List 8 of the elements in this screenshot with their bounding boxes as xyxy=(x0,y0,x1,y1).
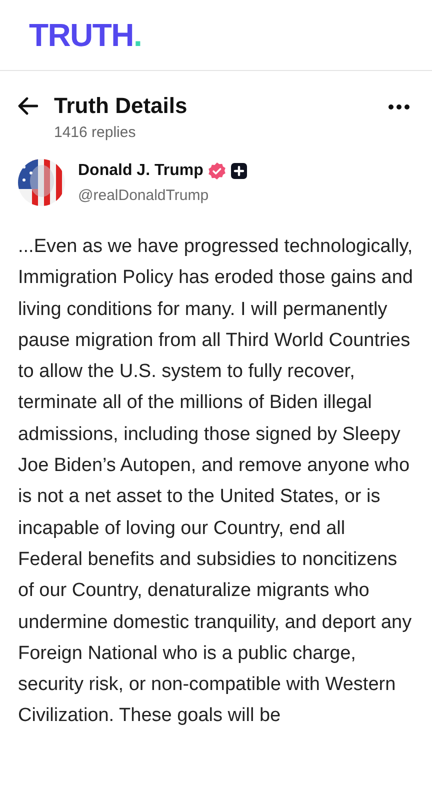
truth-logo[interactable]: TRUTH. xyxy=(29,19,142,51)
more-icon xyxy=(388,104,410,110)
back-arrow-icon xyxy=(18,97,38,115)
author-name[interactable]: Donald J. Trump xyxy=(78,158,204,182)
page-title: Truth Details xyxy=(54,93,188,119)
post-text: ...Even as we have progressed technologically, Immigration Policy has eroded those gains and living conditions for many. I will permanently pause migration from all Third World Countries to allow the U.S. system to fully recover, terminate all of the millions of Biden illegal admissions, including those signed by Sleepy Joe Biden’s Autopen, and remove anyone who is not a net asset to the United States, or is incapable of loving our Country, end all Federal benefits and subsidies to noncitizens of our Country, denaturalize migrants who undermine domestic tranquility, and deport any Foreign National who is a public charge, security risk, or non-compatible with Western Civilization. These goals will be xyxy=(17,235,414,728)
reply-count: 1416 replies xyxy=(54,123,137,143)
author-handle: @realDonaldTrump xyxy=(78,186,210,206)
